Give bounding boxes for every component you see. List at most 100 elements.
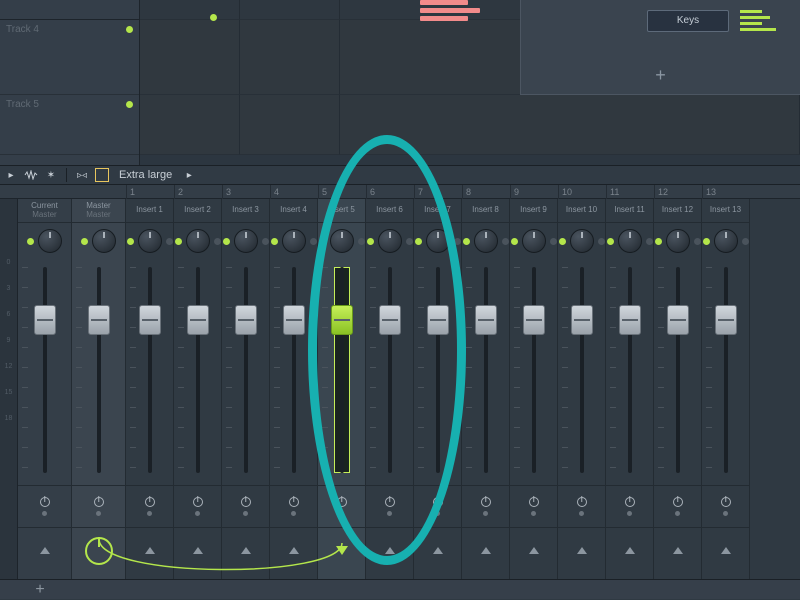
route-target-caret[interactable] xyxy=(577,547,587,554)
solo-led[interactable] xyxy=(598,238,605,245)
fader-cap[interactable] xyxy=(187,305,209,335)
mute-led[interactable] xyxy=(81,238,88,245)
mixer-size-label[interactable]: Extra large xyxy=(115,169,176,181)
route-target-caret[interactable] xyxy=(193,547,203,554)
pan-knob[interactable] xyxy=(378,229,402,253)
insert-strip[interactable]: Insert 10 xyxy=(558,199,606,579)
fader-cap[interactable] xyxy=(379,305,401,335)
route-to-self-icon[interactable] xyxy=(336,546,348,555)
pan-knob[interactable] xyxy=(426,229,450,253)
insert-strip[interactable]: Insert 2 xyxy=(174,199,222,579)
view-mode-icon[interactable] xyxy=(95,168,109,182)
fader-cap[interactable] xyxy=(475,305,497,335)
pan-knob[interactable] xyxy=(330,229,354,253)
fader-cap[interactable] xyxy=(88,305,110,335)
mute-led[interactable] xyxy=(367,238,374,245)
pan-knob[interactable] xyxy=(522,229,546,253)
mute-led[interactable] xyxy=(271,238,278,245)
strip-header[interactable]: Insert 13 xyxy=(702,199,749,223)
mute-led[interactable] xyxy=(223,238,230,245)
mute-led[interactable] xyxy=(175,238,182,245)
insert-strip[interactable]: Insert 8 xyxy=(462,199,510,579)
insert-strip[interactable]: Insert 5 xyxy=(318,199,366,579)
mute-led[interactable] xyxy=(27,238,34,245)
solo-led[interactable] xyxy=(502,238,509,245)
fx-enable-icon[interactable] xyxy=(337,497,347,507)
insert-strip[interactable]: Insert 12 xyxy=(654,199,702,579)
route-target-caret[interactable] xyxy=(145,547,155,554)
link-icon[interactable]: ✶ xyxy=(44,168,58,182)
pan-knob[interactable] xyxy=(666,229,690,253)
route-target-caret[interactable] xyxy=(625,547,635,554)
route-target-caret[interactable] xyxy=(241,547,251,554)
fx-enable-icon[interactable] xyxy=(433,497,443,507)
route-target-caret[interactable] xyxy=(385,547,395,554)
dock-dot[interactable] xyxy=(387,511,392,516)
solo-led[interactable] xyxy=(694,238,701,245)
insert-strip[interactable]: Insert 11 xyxy=(606,199,654,579)
route-target-caret[interactable] xyxy=(673,547,683,554)
fader-cap[interactable] xyxy=(235,305,257,335)
fx-enable-icon[interactable] xyxy=(673,497,683,507)
pan-knob[interactable] xyxy=(714,229,738,253)
mute-led[interactable] xyxy=(415,238,422,245)
fader-cap[interactable] xyxy=(139,305,161,335)
strip-header[interactable]: Insert 2 xyxy=(174,199,221,223)
solo-led[interactable] xyxy=(358,238,365,245)
strip-header[interactable]: Insert 10 xyxy=(558,199,605,223)
pan-knob[interactable] xyxy=(282,229,306,253)
dock-dot[interactable] xyxy=(723,511,728,516)
playlist-track-header[interactable]: Track 5 xyxy=(0,95,139,155)
midi-clip[interactable] xyxy=(420,0,468,5)
midi-clip[interactable] xyxy=(420,16,468,21)
pan-knob[interactable] xyxy=(618,229,642,253)
fx-enable-icon[interactable] xyxy=(94,497,104,507)
dock-dot[interactable] xyxy=(675,511,680,516)
route-target-caret[interactable] xyxy=(721,547,731,554)
pan-knob[interactable] xyxy=(138,229,162,253)
fader-cap[interactable] xyxy=(571,305,593,335)
insert-strip[interactable]: Insert 3 xyxy=(222,199,270,579)
dock-dot[interactable] xyxy=(627,511,632,516)
mute-led[interactable] xyxy=(703,238,710,245)
fader-cap[interactable] xyxy=(619,305,641,335)
insert-strip[interactable]: Insert 13 xyxy=(702,199,750,579)
pan-knob[interactable] xyxy=(474,229,498,253)
wave-icon[interactable] xyxy=(24,168,38,182)
fader-cap[interactable] xyxy=(715,305,737,335)
fader-cap[interactable] xyxy=(34,305,56,335)
add-mixer-track-button[interactable]: + xyxy=(0,581,80,599)
channel-name-button[interactable]: Keys xyxy=(647,10,729,32)
fx-enable-icon[interactable] xyxy=(241,497,251,507)
fx-enable-icon[interactable] xyxy=(721,497,731,507)
fader-cap[interactable] xyxy=(283,305,305,335)
dock-dot[interactable] xyxy=(147,511,152,516)
dock-dot[interactable] xyxy=(579,511,584,516)
mute-led[interactable] xyxy=(463,238,470,245)
mixer-menu-icon[interactable]: ▸ xyxy=(4,168,18,182)
strip-header[interactable]: Insert 8 xyxy=(462,199,509,223)
solo-led[interactable] xyxy=(454,238,461,245)
dock-dot[interactable] xyxy=(195,511,200,516)
master-strip[interactable]: MasterMaster xyxy=(72,199,126,579)
chevron-right-icon[interactable]: ▸ xyxy=(182,168,196,182)
pan-knob[interactable] xyxy=(92,229,116,253)
strip-header[interactable]: Insert 5 xyxy=(318,199,365,223)
mute-led[interactable] xyxy=(607,238,614,245)
pan-knob[interactable] xyxy=(186,229,210,253)
dock-dot[interactable] xyxy=(291,511,296,516)
strip-header[interactable]: MasterMaster xyxy=(72,199,125,223)
dock-dot[interactable] xyxy=(435,511,440,516)
fx-enable-icon[interactable] xyxy=(481,497,491,507)
route-target-caret[interactable] xyxy=(481,547,491,554)
strip-header[interactable]: Insert 11 xyxy=(606,199,653,223)
strip-header[interactable]: Insert 12 xyxy=(654,199,701,223)
fader-cap[interactable] xyxy=(331,305,353,335)
playlist-track-header[interactable] xyxy=(0,0,139,20)
route-send-knob[interactable] xyxy=(85,537,113,565)
solo-led[interactable] xyxy=(214,238,221,245)
route-target-caret[interactable] xyxy=(529,547,539,554)
playlist-track-header[interactable]: Track 4 xyxy=(0,20,139,95)
solo-led[interactable] xyxy=(310,238,317,245)
route-target-caret[interactable] xyxy=(40,547,50,554)
